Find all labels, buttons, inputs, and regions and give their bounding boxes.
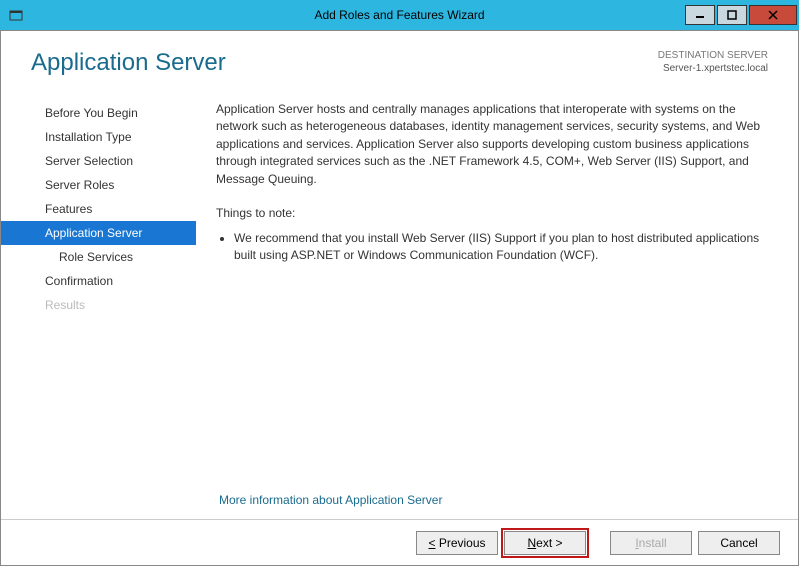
- notes-list: We recommend that you install Web Server…: [216, 230, 766, 265]
- button-bar: < Previous Next > Install Cancel: [1, 519, 798, 565]
- minimize-button[interactable]: [685, 5, 715, 25]
- sidebar-item-server-roles[interactable]: Server Roles: [1, 173, 196, 197]
- destination-server: DESTINATION SERVER Server-1.xpertstec.lo…: [658, 49, 768, 75]
- close-button[interactable]: [749, 5, 797, 25]
- next-button[interactable]: Next >: [504, 531, 586, 555]
- sidebar: Before You BeginInstallation TypeServer …: [1, 93, 196, 317]
- sidebar-item-role-services[interactable]: Role Services: [1, 245, 196, 269]
- app-icon: [8, 7, 24, 23]
- wizard-content: Before You BeginInstallation TypeServer …: [1, 83, 798, 317]
- window-controls: [685, 5, 799, 25]
- notes-heading: Things to note:: [216, 206, 766, 220]
- maximize-button[interactable]: [717, 5, 747, 25]
- titlebar: Add Roles and Features Wizard: [0, 0, 799, 30]
- window-title: Add Roles and Features Wizard: [314, 8, 484, 22]
- main-panel: Application Server hosts and centrally m…: [196, 93, 798, 317]
- sidebar-item-results: Results: [1, 293, 196, 317]
- sidebar-item-server-selection[interactable]: Server Selection: [1, 149, 196, 173]
- destination-server-name: Server-1.xpertstec.local: [658, 62, 768, 75]
- more-info-link[interactable]: More information about Application Serve…: [219, 493, 442, 507]
- note-item: We recommend that you install Web Server…: [234, 230, 766, 265]
- page-title: Application Server: [31, 49, 226, 77]
- sidebar-item-application-server[interactable]: Application Server: [1, 221, 196, 245]
- cancel-button[interactable]: Cancel: [698, 531, 780, 555]
- install-button[interactable]: Install: [610, 531, 692, 555]
- previous-button[interactable]: < Previous: [416, 531, 498, 555]
- destination-server-label: DESTINATION SERVER: [658, 49, 768, 62]
- sidebar-item-confirmation[interactable]: Confirmation: [1, 269, 196, 293]
- sidebar-item-installation-type[interactable]: Installation Type: [1, 125, 196, 149]
- sidebar-item-before-you-begin[interactable]: Before You Begin: [1, 101, 196, 125]
- description-text: Application Server hosts and centrally m…: [216, 101, 766, 188]
- wizard-header: Application Server DESTINATION SERVER Se…: [1, 31, 798, 83]
- sidebar-item-features[interactable]: Features: [1, 197, 196, 221]
- wizard-body: Application Server DESTINATION SERVER Se…: [0, 30, 799, 566]
